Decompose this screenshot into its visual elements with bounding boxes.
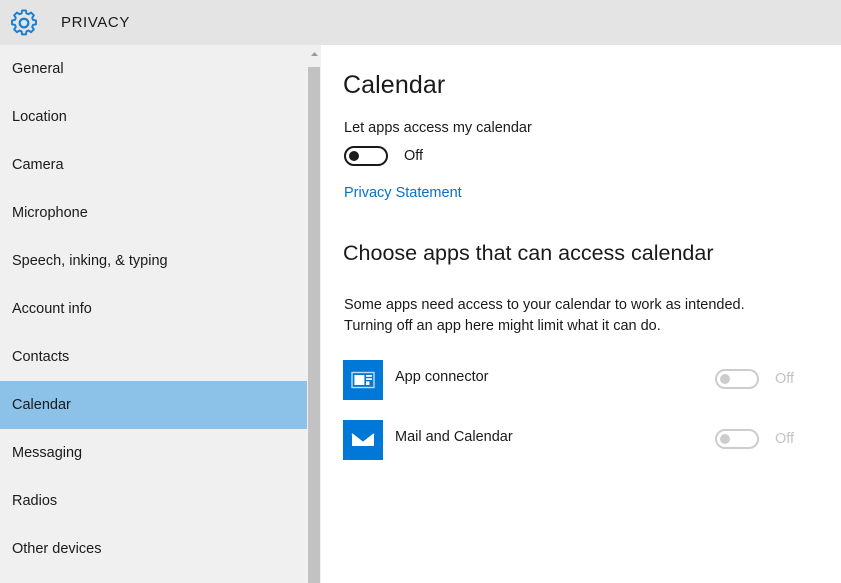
sidebar-item-contacts[interactable]: Contacts [0, 333, 307, 381]
scrollbar-thumb[interactable] [308, 67, 320, 583]
sidebar-item-account-info[interactable]: Account info [0, 285, 307, 333]
mail-icon [343, 420, 383, 460]
sidebar-item-camera[interactable]: Camera [0, 141, 307, 189]
page-title: Calendar [343, 71, 446, 99]
sidebar-item-label: Calendar [12, 397, 71, 413]
sidebar-item-label: Radios [12, 493, 58, 509]
mail-and-calendar-toggle[interactable] [715, 429, 759, 449]
app-connector-icon [343, 360, 383, 400]
sidebar-item-label: Location [12, 109, 67, 125]
privacy-statement-link[interactable]: Privacy Statement [344, 185, 462, 201]
sidebar-item-label: Messaging [12, 445, 83, 461]
sidebar-item-other-devices[interactable]: Other devices [0, 525, 307, 573]
app-permission-list: App connector Off Mail and Calendar Off [321, 356, 841, 476]
sidebar-scrollbar[interactable] [307, 45, 321, 583]
sidebar-item-general[interactable]: General [0, 45, 307, 93]
list-item: Mail and Calendar Off [321, 416, 841, 476]
window-title: PRIVACY [61, 14, 130, 31]
toggle-knob [720, 434, 730, 444]
section-description: Some apps need access to your calendar t… [344, 297, 745, 334]
sidebar-item-label: Microphone [12, 205, 88, 221]
sidebar-item-label: Camera [12, 157, 64, 173]
sidebar-item-radios[interactable]: Radios [0, 477, 307, 525]
app-connector-toggle[interactable] [715, 369, 759, 389]
settings-content: Calendar Let apps access my calendar Off… [321, 45, 841, 583]
sidebar-item-label: Other devices [12, 541, 102, 557]
list-item: App connector Off [321, 356, 841, 416]
sidebar-item-label: Account info [12, 301, 92, 317]
master-toggle-row: Off [344, 146, 423, 166]
settings-sidebar: General Location Camera Microphone Speec… [0, 45, 307, 583]
sidebar-item-label: Speech, inking, & typing [12, 253, 168, 269]
sidebar-item-label: Contacts [12, 349, 70, 365]
app-toggle-state: Off [775, 371, 795, 387]
gear-icon [9, 8, 39, 38]
toggle-knob [720, 374, 730, 384]
sidebar-item-calendar[interactable]: Calendar [0, 381, 307, 429]
master-toggle-state: Off [404, 148, 424, 164]
app-name: Mail and Calendar [395, 429, 513, 445]
app-name: App connector [395, 369, 489, 385]
app-toggle-row: Off [715, 429, 794, 449]
app-toggle-state: Off [775, 431, 795, 447]
chevron-up-icon[interactable] [307, 45, 321, 62]
sidebar-item-speech-inking-typing[interactable]: Speech, inking, & typing [0, 237, 307, 285]
sidebar-item-messaging[interactable]: Messaging [0, 429, 307, 477]
settings-window: PRIVACY General Location Camera Micropho… [0, 0, 841, 583]
toggle-knob [349, 151, 359, 161]
sidebar-item-location[interactable]: Location [0, 93, 307, 141]
app-toggle-row: Off [715, 369, 794, 389]
master-toggle-label: Let apps access my calendar [344, 120, 532, 136]
section-title: Choose apps that can access calendar [343, 241, 714, 265]
sidebar-item-label: General [12, 61, 64, 77]
window-titlebar: PRIVACY [0, 0, 841, 45]
sidebar-item-microphone[interactable]: Microphone [0, 189, 307, 237]
let-apps-access-calendar-toggle[interactable] [344, 146, 388, 166]
